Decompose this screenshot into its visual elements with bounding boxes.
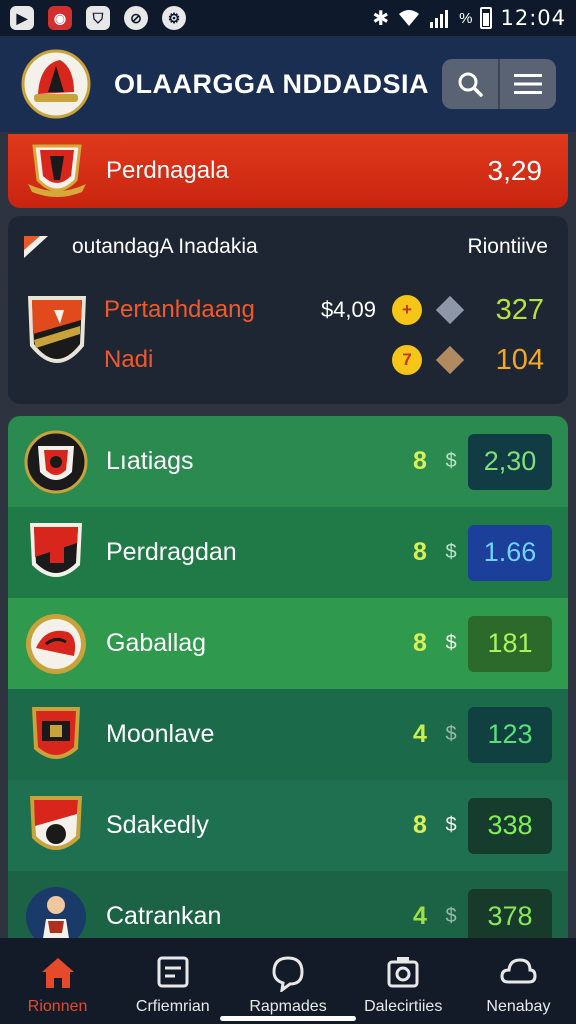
camera-icon: [387, 957, 419, 988]
app-logo: [21, 49, 91, 119]
nav-label: Rapmades: [249, 998, 327, 1015]
team-row[interactable]: Sdakedly 8 $ 338: [8, 780, 568, 871]
search-button[interactable]: [442, 59, 500, 109]
bottom-nav: Rionnen Crfiemrian Rapmades Dalecirtiies…: [0, 938, 576, 1024]
nav-item-cloud[interactable]: Nenabay: [461, 938, 576, 1024]
team-name: Moonlave: [106, 720, 215, 748]
diamond-icon: [435, 345, 465, 375]
team-badge: 8: [413, 538, 427, 566]
play-icon: ▶: [10, 6, 34, 30]
featured-row[interactable]: Nadi 7 104: [104, 340, 544, 380]
nav-item-calendar[interactable]: Crfiemrian: [115, 938, 230, 1024]
home-indicator[interactable]: [220, 1016, 356, 1021]
bluetooth-icon: ✱: [372, 7, 390, 30]
app-title: OLAARGGA NDDADSIA: [114, 68, 429, 99]
featured-row-price: $4,09: [320, 297, 376, 322]
team-badge: 8: [413, 629, 427, 657]
featured-row-value: 327: [495, 293, 544, 326]
team-crest-icon: [26, 613, 86, 674]
banner-value: 3,29: [487, 155, 543, 186]
team-name: Lıatiags: [106, 447, 194, 475]
wifi-icon: [399, 10, 420, 26]
featured-title: outandagA Inadakia: [72, 235, 258, 258]
chat-icon: [272, 956, 304, 992]
nav-label: Rionnen: [27, 998, 88, 1015]
coin-icon: +: [392, 295, 422, 325]
nav-item-home[interactable]: Rionnen: [0, 938, 115, 1024]
team-crest-icon: [32, 706, 80, 759]
team-name: Sdakedly: [106, 811, 209, 839]
team-crest-icon: [30, 522, 82, 577]
featured-row-name: Pertanhdaang: [104, 296, 255, 323]
featured-crest-icon: [28, 296, 86, 363]
nav-label: Dalecirtiies: [364, 998, 443, 1015]
team-name: Gaballag: [106, 629, 207, 657]
dollar-icon: $: [445, 632, 457, 654]
nav-item-camera[interactable]: Dalecirtiies: [346, 938, 461, 1024]
team-badge: 4: [413, 720, 427, 748]
banner-crest-icon: [28, 144, 86, 197]
team-row[interactable]: Perdragdan 8 $ 1.66: [8, 507, 568, 598]
team-badge: 8: [413, 447, 427, 475]
flag-icon: [24, 236, 48, 258]
dollar-icon: $: [445, 450, 457, 472]
team-score: 378: [468, 888, 552, 945]
featured-card[interactable]: outandagA Inadakia Riontiive Pertanhdaan…: [8, 216, 568, 404]
camera-icon: ◉: [48, 6, 72, 30]
banner-title: Perdnagala: [106, 157, 229, 184]
battery-icon: [480, 7, 493, 29]
team-badge: 4: [413, 902, 427, 930]
calendar-icon: [157, 956, 189, 988]
team-row[interactable]: Lıatiags 8 $ 2,30: [8, 416, 568, 507]
home-icon: [41, 958, 74, 988]
shield-icon: ⛉: [86, 6, 110, 30]
featured-row[interactable]: Pertanhdaang $4,09 + 327: [104, 290, 544, 330]
team-row[interactable]: Moonlave 4 $ 123: [8, 689, 568, 780]
featured-tag: Riontiive: [467, 235, 548, 258]
coin-icon: 7: [392, 345, 422, 375]
vpn-icon: ⚙: [162, 6, 186, 30]
diamond-icon: [435, 295, 465, 325]
dollar-icon: $: [445, 814, 457, 836]
search-icon: [458, 72, 483, 97]
team-row[interactable]: Gaballag 8 $ 181: [8, 598, 568, 689]
featured-row-value: 104: [495, 343, 544, 376]
status-bar: ▶ ◉ ⛉ ⊘ ⚙ ✱ % 12:04: [0, 0, 576, 36]
team-crest-icon: [24, 430, 88, 493]
clock: 12:04: [500, 6, 566, 30]
nav-label: Crfiemrian: [135, 998, 210, 1015]
dollar-icon: $: [445, 723, 457, 745]
nav-label: Nenabay: [486, 998, 551, 1015]
team-name: Perdragdan: [106, 538, 237, 566]
team-score: 1.66: [468, 524, 552, 581]
dollar-icon: $: [445, 905, 457, 927]
signal-icon: [430, 10, 449, 28]
team-score: 123: [468, 706, 552, 763]
header-actions: [442, 59, 556, 109]
team-score: 2,30: [468, 433, 552, 490]
team-badge: 8: [413, 811, 427, 839]
team-crest-icon: [30, 795, 82, 850]
app-header: OLAARGGA NDDADSIA: [0, 36, 576, 132]
dollar-icon: $: [445, 541, 457, 563]
team-list: Lıatiags 8 $ 2,30 Perdragdan 8 $ 1.66 Ga…: [8, 416, 568, 956]
menu-icon: [514, 74, 542, 94]
team-score: 181: [468, 615, 552, 672]
team-name: Catrankan: [106, 902, 222, 930]
no-image-icon: ⊘: [124, 6, 148, 30]
featured-banner[interactable]: Perdnagala 3,29: [8, 134, 568, 208]
featured-row-name: Nadi: [104, 346, 154, 373]
signal-text: %: [459, 9, 473, 27]
menu-button[interactable]: [500, 59, 556, 109]
nav-item-chat[interactable]: Rapmades: [230, 938, 345, 1024]
cloud-icon: [500, 958, 537, 984]
team-score: 338: [468, 797, 552, 854]
